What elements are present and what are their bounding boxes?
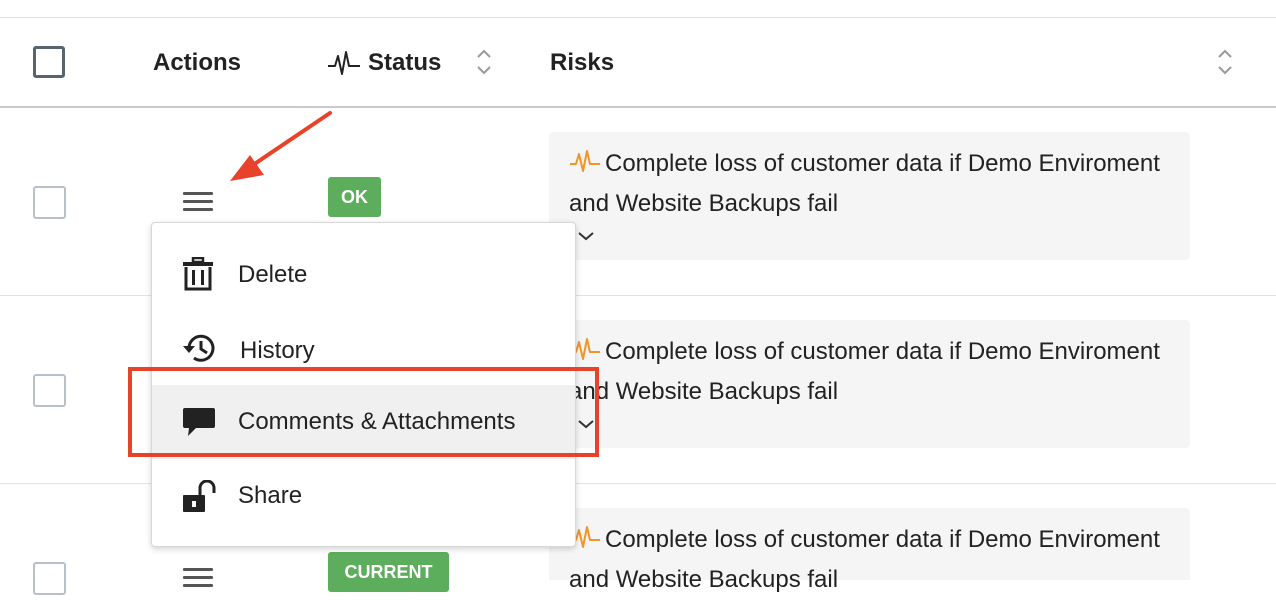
risks-sort-icon[interactable] — [1216, 47, 1234, 77]
annotation-highlight-box — [128, 367, 599, 457]
unlock-icon — [183, 480, 216, 512]
history-icon — [183, 334, 215, 362]
risk-pulse-icon — [570, 150, 600, 172]
expand-chevron-icon[interactable] — [577, 230, 595, 242]
status-badge: CURRENT — [328, 552, 449, 592]
annotation-arrow — [230, 111, 332, 181]
status-sort-icon[interactable] — [475, 47, 493, 77]
menu-item-label: Share — [238, 482, 303, 509]
menu-item-share[interactable]: Share — [152, 459, 575, 533]
actions-column-header: Actions — [153, 49, 242, 76]
risks-column-header: Risks — [550, 49, 615, 76]
status-column-label: Status — [368, 49, 442, 76]
row-actions-menu-icon[interactable] — [183, 568, 213, 592]
risk-text: Complete loss of customer data if Demo E… — [569, 338, 1160, 405]
row-actions-menu-icon[interactable] — [183, 192, 213, 216]
risk-text: Complete loss of customer data if Demo E… — [569, 150, 1160, 217]
risk-cell: Complete loss of customer data if Demo E… — [549, 132, 1190, 260]
menu-item-delete[interactable]: Delete — [152, 237, 575, 311]
menu-item-label: Delete — [238, 261, 308, 288]
header-bottom-border — [0, 106, 1276, 108]
risk-text: Complete loss of customer data if Demo E… — [569, 526, 1160, 593]
row-checkbox[interactable] — [33, 374, 66, 407]
risk-cell: Complete loss of customer data if Demo E… — [549, 320, 1190, 448]
row-checkbox[interactable] — [33, 562, 66, 595]
select-all-checkbox[interactable] — [33, 46, 65, 78]
trash-icon — [183, 257, 213, 291]
pulse-icon — [328, 51, 360, 75]
menu-item-label: History — [240, 337, 315, 364]
row-checkbox[interactable] — [33, 186, 66, 219]
risk-cell: Complete loss of customer data if Demo E… — [549, 508, 1190, 593]
table-header: Actions Status Risks — [0, 0, 1276, 88]
